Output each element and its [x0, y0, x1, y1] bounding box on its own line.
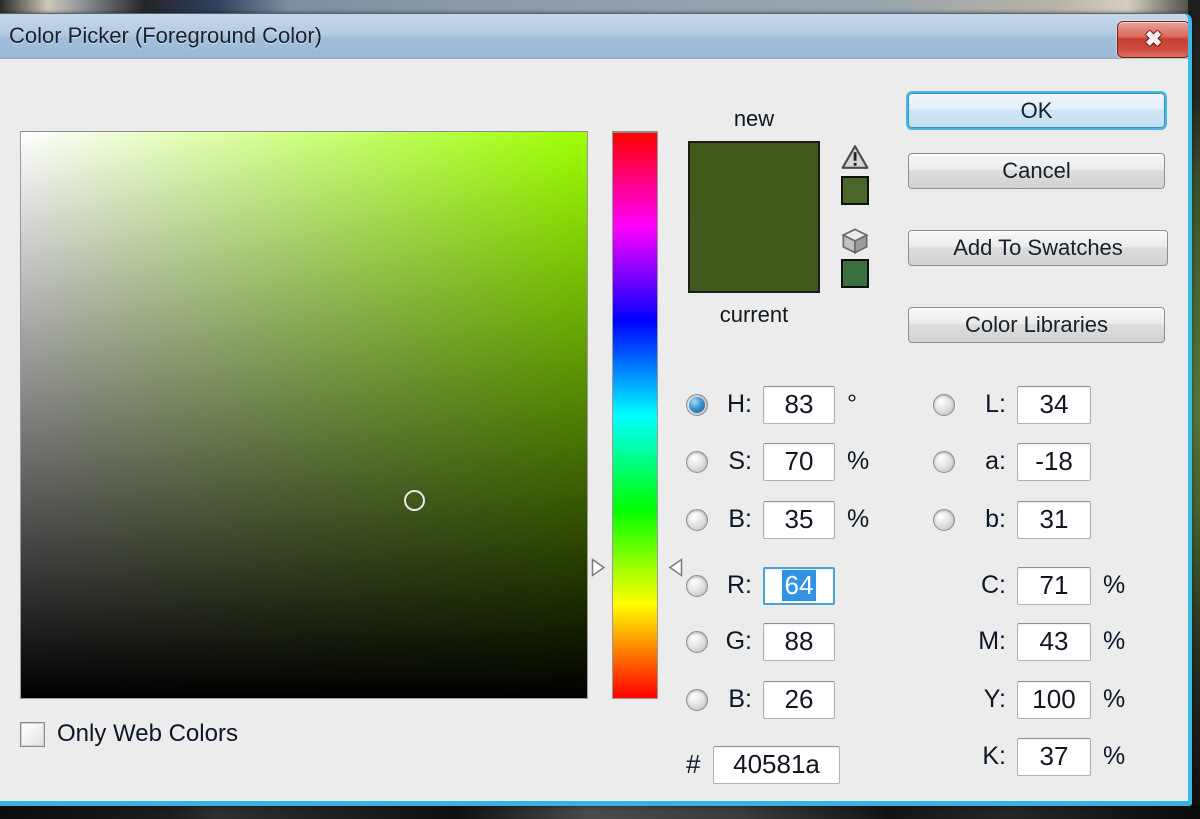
input-hex[interactable]: 40581a: [713, 746, 840, 784]
input-g[interactable]: 88: [763, 623, 835, 661]
ok-button[interactable]: OK: [908, 93, 1165, 128]
only-web-colors-row: Only Web Colors: [20, 720, 238, 748]
field-row-b2: B: 26: [686, 680, 883, 719]
radio-b3[interactable]: [933, 509, 955, 531]
color-picker-dialog: Color Picker (Foreground Color) ✖ new cu…: [0, 13, 1192, 806]
color-field-marker[interactable]: [404, 490, 425, 511]
web-safe-replacement-swatch[interactable]: [841, 259, 869, 288]
current-color-label: current: [688, 302, 820, 328]
label-b3: b:: [963, 505, 1006, 534]
label-c: C:: [963, 571, 1006, 600]
unit-k: %: [1103, 742, 1139, 771]
field-row-r: R: 64: [686, 566, 883, 605]
label-b: B:: [716, 505, 752, 534]
new-color-label: new: [688, 106, 820, 132]
field-row-a: a: -18: [933, 442, 1139, 481]
add-to-swatches-button[interactable]: Add To Swatches: [908, 230, 1168, 266]
input-b2[interactable]: 26: [763, 681, 835, 719]
label-a: a:: [963, 447, 1006, 476]
radio-b2[interactable]: [686, 689, 708, 711]
label-g: G:: [716, 627, 752, 656]
screen: Color Picker (Foreground Color) ✖ new cu…: [0, 0, 1200, 819]
field-row-y: Y: 100 %: [933, 680, 1139, 719]
field-row-g: G: 88: [686, 622, 883, 661]
field-row-m: M: 43 %: [933, 622, 1139, 661]
unit-c: %: [1103, 571, 1139, 600]
input-y[interactable]: 100: [1017, 681, 1091, 719]
radio-h[interactable]: [686, 394, 708, 416]
hue-slider-arrow-left[interactable]: [591, 558, 606, 577]
input-a[interactable]: -18: [1017, 443, 1091, 481]
unit-s: %: [847, 447, 883, 476]
saturation-brightness-field[interactable]: [20, 131, 588, 699]
out-of-gamut-warning-icon[interactable]: [841, 144, 869, 170]
titlebar[interactable]: Color Picker (Foreground Color) ✖: [0, 14, 1188, 59]
field-row-b: B: 35 %: [686, 500, 883, 539]
input-s[interactable]: 70: [763, 443, 835, 481]
label-k: K:: [963, 742, 1006, 771]
field-row-k: K: 37 %: [933, 737, 1139, 776]
unit-h: °: [847, 390, 883, 419]
only-web-colors-checkbox[interactable]: [20, 722, 45, 747]
unit-m: %: [1103, 627, 1139, 656]
field-row-l: L: 34: [933, 385, 1139, 424]
field-row-h: H: 83 °: [686, 385, 883, 424]
label-h: H:: [716, 390, 752, 419]
cancel-button[interactable]: Cancel: [908, 153, 1165, 189]
background-photo-bottom: [0, 805, 1200, 819]
radio-s[interactable]: [686, 451, 708, 473]
new-color-swatch: [690, 143, 818, 217]
label-l: L:: [963, 390, 1006, 419]
radio-a[interactable]: [933, 451, 955, 473]
unit-b: %: [847, 505, 883, 534]
field-row-hex: # 40581a: [686, 745, 840, 784]
input-b3[interactable]: 31: [1017, 501, 1091, 539]
label-r: R:: [716, 571, 752, 600]
label-m: M:: [963, 627, 1006, 656]
hue-slider[interactable]: [612, 131, 658, 699]
radio-l[interactable]: [933, 394, 955, 416]
input-l[interactable]: 34: [1017, 386, 1091, 424]
radio-b[interactable]: [686, 509, 708, 531]
hex-hash-label: #: [686, 749, 707, 780]
radio-g[interactable]: [686, 631, 708, 653]
input-c[interactable]: 71: [1017, 567, 1091, 605]
not-web-safe-cube-icon[interactable]: [841, 227, 869, 255]
label-s: S:: [716, 447, 752, 476]
input-b[interactable]: 35: [763, 501, 835, 539]
field-row-c: C: 71 %: [933, 566, 1139, 605]
field-row-b3: b: 31: [933, 500, 1139, 539]
radio-r[interactable]: [686, 575, 708, 597]
only-web-colors-label: Only Web Colors: [57, 720, 238, 748]
close-icon: ✖: [1145, 29, 1163, 50]
close-button[interactable]: ✖: [1117, 21, 1190, 58]
input-r-selected-text: 64: [782, 570, 817, 601]
gamut-replacement-swatch[interactable]: [841, 176, 869, 205]
field-row-s: S: 70 %: [686, 442, 883, 481]
input-h[interactable]: 83: [763, 386, 835, 424]
unit-y: %: [1103, 685, 1139, 714]
input-k[interactable]: 37: [1017, 738, 1091, 776]
input-r[interactable]: 64: [763, 567, 835, 605]
color-libraries-button[interactable]: Color Libraries: [908, 307, 1165, 343]
dialog-title: Color Picker (Foreground Color): [9, 23, 322, 49]
label-y: Y:: [963, 685, 1006, 714]
color-preview-block: [688, 141, 820, 293]
current-color-swatch[interactable]: [690, 217, 818, 291]
hue-slider-arrow-right[interactable]: [668, 558, 683, 577]
input-m[interactable]: 43: [1017, 623, 1091, 661]
label-b2: B:: [716, 685, 752, 714]
